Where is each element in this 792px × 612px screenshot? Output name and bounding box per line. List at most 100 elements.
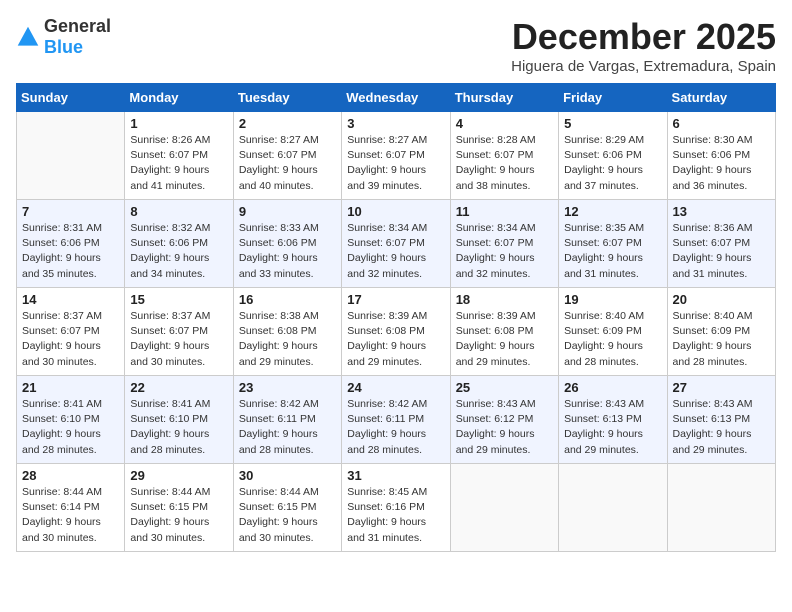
logo-icon xyxy=(16,25,40,49)
title-area: December 2025 Higuera de Vargas, Extrema… xyxy=(511,16,776,75)
calendar-cell: 27 Sunrise: 8:43 AMSunset: 6:13 PMDayligh… xyxy=(667,376,775,464)
day-number: 15 xyxy=(130,292,227,307)
day-info: Sunrise: 8:32 AMSunset: 6:06 PMDaylight:… xyxy=(130,221,227,282)
weekday-header-monday: Monday xyxy=(125,84,233,112)
day-number: 31 xyxy=(347,468,444,483)
day-info: Sunrise: 8:37 AMSunset: 6:07 PMDaylight:… xyxy=(22,309,119,370)
calendar-cell: 9 Sunrise: 8:33 AMSunset: 6:06 PMDaylight… xyxy=(233,200,341,288)
day-number: 8 xyxy=(130,204,227,219)
day-info: Sunrise: 8:29 AMSunset: 6:06 PMDaylight:… xyxy=(564,133,661,194)
day-number: 12 xyxy=(564,204,661,219)
day-info: Sunrise: 8:27 AMSunset: 6:07 PMDaylight:… xyxy=(239,133,336,194)
day-number: 10 xyxy=(347,204,444,219)
weekday-header-tuesday: Tuesday xyxy=(233,84,341,112)
day-number: 20 xyxy=(673,292,770,307)
calendar-cell: 11 Sunrise: 8:34 AMSunset: 6:07 PMDayligh… xyxy=(450,200,558,288)
day-info: Sunrise: 8:26 AMSunset: 6:07 PMDaylight:… xyxy=(130,133,227,194)
calendar-week-1: 1Sunrise: 8:26 AMSunset: 6:07 PMDaylight… xyxy=(17,112,776,200)
page-header: General Blue December 2025 Higuera de Va… xyxy=(16,16,776,75)
calendar-cell: 18 Sunrise: 8:39 AMSunset: 6:08 PMDayligh… xyxy=(450,288,558,376)
day-info: Sunrise: 8:35 AMSunset: 6:07 PMDaylight:… xyxy=(564,221,661,282)
calendar-week-2: 7 Sunrise: 8:31 AMSunset: 6:06 PMDaylight… xyxy=(17,200,776,288)
day-info: Sunrise: 8:39 AMSunset: 6:08 PMDaylight:… xyxy=(456,309,553,370)
weekday-header-friday: Friday xyxy=(559,84,667,112)
day-number: 4 xyxy=(456,116,553,131)
day-info: Sunrise: 8:42 AMSunset: 6:11 PMDaylight:… xyxy=(347,397,444,458)
logo-blue: Blue xyxy=(44,37,83,57)
day-number: 21 xyxy=(22,380,119,395)
day-info: Sunrise: 8:30 AMSunset: 6:06 PMDaylight:… xyxy=(673,133,770,194)
day-info: Sunrise: 8:31 AMSunset: 6:06 PMDaylight:… xyxy=(22,221,119,282)
weekday-header-wednesday: Wednesday xyxy=(342,84,450,112)
day-info: Sunrise: 8:44 AMSunset: 6:15 PMDaylight:… xyxy=(130,485,227,546)
day-number: 26 xyxy=(564,380,661,395)
day-info: Sunrise: 8:44 AMSunset: 6:15 PMDaylight:… xyxy=(239,485,336,546)
weekday-header-thursday: Thursday xyxy=(450,84,558,112)
day-info: Sunrise: 8:41 AMSunset: 6:10 PMDaylight:… xyxy=(22,397,119,458)
day-number: 22 xyxy=(130,380,227,395)
day-number: 2 xyxy=(239,116,336,131)
location-title: Higuera de Vargas, Extremadura, Spain xyxy=(511,58,776,75)
calendar-cell: 20 Sunrise: 8:40 AMSunset: 6:09 PMDayligh… xyxy=(667,288,775,376)
calendar-cell: 23Sunrise: 8:42 AMSunset: 6:11 PMDayligh… xyxy=(233,376,341,464)
day-info: Sunrise: 8:27 AMSunset: 6:07 PMDaylight:… xyxy=(347,133,444,194)
day-info: Sunrise: 8:34 AMSunset: 6:07 PMDaylight:… xyxy=(347,221,444,282)
day-info: Sunrise: 8:34 AMSunset: 6:07 PMDaylight:… xyxy=(456,221,553,282)
logo: General Blue xyxy=(16,16,111,58)
calendar-cell: 30 Sunrise: 8:44 AMSunset: 6:15 PMDayligh… xyxy=(233,464,341,552)
calendar-cell: 6Sunrise: 8:30 AMSunset: 6:06 PMDaylight… xyxy=(667,112,775,200)
calendar-cell: 17 Sunrise: 8:39 AMSunset: 6:08 PMDayligh… xyxy=(342,288,450,376)
day-info: Sunrise: 8:40 AMSunset: 6:09 PMDaylight:… xyxy=(673,309,770,370)
calendar-week-4: 21 Sunrise: 8:41 AMSunset: 6:10 PMDayligh… xyxy=(17,376,776,464)
calendar-cell: 25Sunrise: 8:43 AMSunset: 6:12 PMDayligh… xyxy=(450,376,558,464)
day-number: 16 xyxy=(239,292,336,307)
day-info: Sunrise: 8:41 AMSunset: 6:10 PMDaylight:… xyxy=(130,397,227,458)
calendar-cell: 8 Sunrise: 8:32 AMSunset: 6:06 PMDaylight… xyxy=(125,200,233,288)
day-info: Sunrise: 8:33 AMSunset: 6:06 PMDaylight:… xyxy=(239,221,336,282)
calendar-cell xyxy=(450,464,558,552)
calendar-cell: 3 Sunrise: 8:27 AMSunset: 6:07 PMDaylight… xyxy=(342,112,450,200)
day-info: Sunrise: 8:40 AMSunset: 6:09 PMDaylight:… xyxy=(564,309,661,370)
calendar-cell: 14 Sunrise: 8:37 AMSunset: 6:07 PMDayligh… xyxy=(17,288,125,376)
day-info: Sunrise: 8:43 AMSunset: 6:13 PMDaylight:… xyxy=(673,397,770,458)
calendar-cell: 15 Sunrise: 8:37 AMSunset: 6:07 PMDayligh… xyxy=(125,288,233,376)
day-info: Sunrise: 8:43 AMSunset: 6:13 PMDaylight:… xyxy=(564,397,661,458)
day-number: 17 xyxy=(347,292,444,307)
calendar-week-5: 28 Sunrise: 8:44 AMSunset: 6:14 PMDayligh… xyxy=(17,464,776,552)
logo-text: General Blue xyxy=(44,16,111,58)
calendar-cell: 26 Sunrise: 8:43 AMSunset: 6:13 PMDayligh… xyxy=(559,376,667,464)
calendar-cell: 10 Sunrise: 8:34 AMSunset: 6:07 PMDayligh… xyxy=(342,200,450,288)
day-info: Sunrise: 8:44 AMSunset: 6:14 PMDaylight:… xyxy=(22,485,119,546)
day-number: 9 xyxy=(239,204,336,219)
day-number: 19 xyxy=(564,292,661,307)
day-number: 13 xyxy=(673,204,770,219)
day-number: 11 xyxy=(456,204,553,219)
calendar-cell: 2 Sunrise: 8:27 AMSunset: 6:07 PMDaylight… xyxy=(233,112,341,200)
day-number: 7 xyxy=(22,204,119,219)
calendar-cell: 16 Sunrise: 8:38 AMSunset: 6:08 PMDayligh… xyxy=(233,288,341,376)
calendar-cell: 13Sunrise: 8:36 AMSunset: 6:07 PMDayligh… xyxy=(667,200,775,288)
calendar-cell: 5 Sunrise: 8:29 AMSunset: 6:06 PMDaylight… xyxy=(559,112,667,200)
logo-general: General xyxy=(44,16,111,36)
day-number: 27 xyxy=(673,380,770,395)
day-info: Sunrise: 8:45 AMSunset: 6:16 PMDaylight:… xyxy=(347,485,444,546)
day-number: 28 xyxy=(22,468,119,483)
day-number: 24 xyxy=(347,380,444,395)
day-number: 3 xyxy=(347,116,444,131)
day-number: 5 xyxy=(564,116,661,131)
day-info: Sunrise: 8:38 AMSunset: 6:08 PMDaylight:… xyxy=(239,309,336,370)
day-number: 23 xyxy=(239,380,336,395)
day-number: 18 xyxy=(456,292,553,307)
calendar-cell: 19 Sunrise: 8:40 AMSunset: 6:09 PMDayligh… xyxy=(559,288,667,376)
calendar-cell xyxy=(559,464,667,552)
day-info: Sunrise: 8:39 AMSunset: 6:08 PMDaylight:… xyxy=(347,309,444,370)
weekday-header-sunday: Sunday xyxy=(17,84,125,112)
calendar-cell: 21 Sunrise: 8:41 AMSunset: 6:10 PMDayligh… xyxy=(17,376,125,464)
day-number: 30 xyxy=(239,468,336,483)
day-info: Sunrise: 8:37 AMSunset: 6:07 PMDaylight:… xyxy=(130,309,227,370)
day-info: Sunrise: 8:43 AMSunset: 6:12 PMDaylight:… xyxy=(456,397,553,458)
day-number: 14 xyxy=(22,292,119,307)
calendar-cell: 28 Sunrise: 8:44 AMSunset: 6:14 PMDayligh… xyxy=(17,464,125,552)
calendar-cell: 24 Sunrise: 8:42 AMSunset: 6:11 PMDayligh… xyxy=(342,376,450,464)
calendar-cell: 12 Sunrise: 8:35 AMSunset: 6:07 PMDayligh… xyxy=(559,200,667,288)
